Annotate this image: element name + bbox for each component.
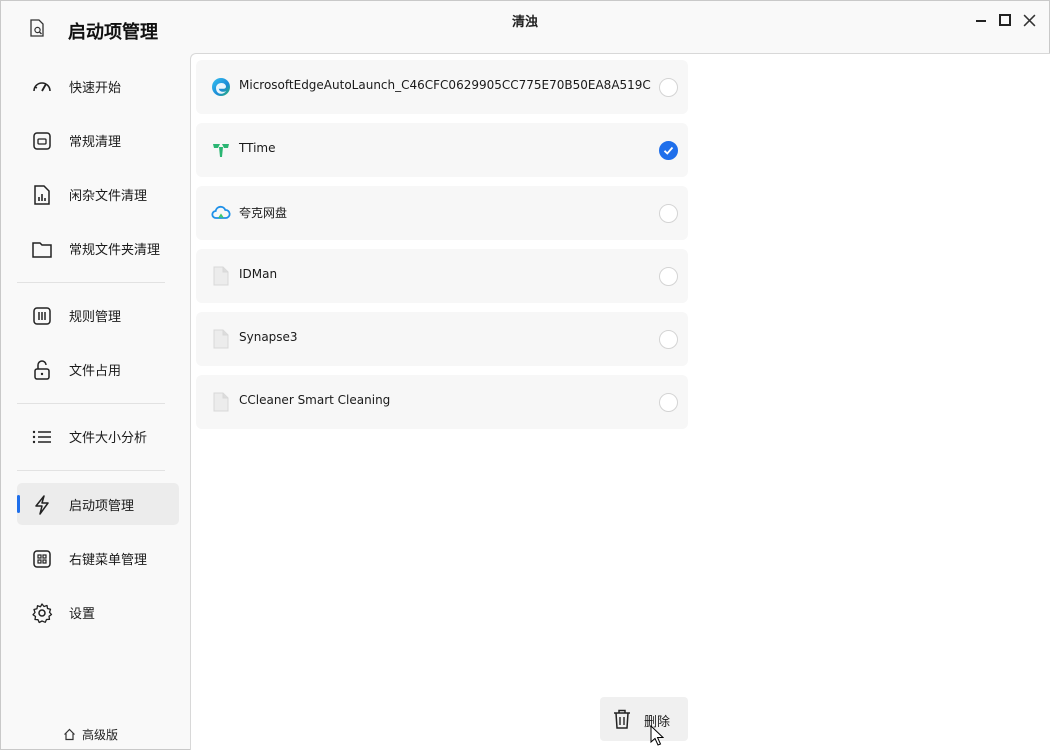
lightning-icon	[31, 494, 53, 516]
delete-label: 删除	[644, 715, 671, 730]
startup-item-name: MicrosoftEdgeAutoLaunch_C46CFC0629905CC7…	[239, 78, 651, 92]
file-icon	[211, 392, 231, 412]
list-icon	[31, 426, 53, 448]
folder-icon	[31, 238, 53, 260]
sidebar-item-misc-files[interactable]: 闲杂文件清理	[17, 173, 179, 215]
sidebar-item-rules[interactable]: 规则管理	[17, 294, 179, 336]
unlock-icon	[31, 359, 53, 381]
window-controls	[973, 11, 1037, 29]
sidebar-divider	[17, 403, 165, 404]
minimize-button[interactable]	[973, 11, 989, 29]
gauge-icon	[31, 76, 53, 98]
startup-item-name: TTime	[239, 141, 276, 155]
sidebar-item-startup[interactable]: 启动项管理	[17, 483, 179, 525]
gear-icon	[31, 602, 53, 624]
edge-icon	[211, 77, 231, 97]
home-icon	[64, 728, 75, 741]
sidebar-divider	[17, 470, 165, 471]
ttime-icon	[211, 140, 231, 160]
cleanup-box-icon	[31, 130, 53, 152]
list-item[interactable]: IDMan	[196, 249, 688, 303]
item-checkbox[interactable]	[659, 267, 678, 286]
sidebar: 快速开始 常规清理 闲杂文件清理 常规文件夹清理 规则管理 文件占用 文件大小分…	[1, 53, 191, 749]
close-icon	[1023, 14, 1035, 26]
window-title: 清浊	[511, 15, 538, 30]
premium-link[interactable]: 高级版	[63, 726, 118, 743]
app-window: 启动项管理 清浊 快速开始 常规清理 闲杂文件清理 常规文件夹清理 规则管理 文…	[0, 0, 1050, 750]
trash-icon	[614, 709, 630, 729]
startup-item-name: CCleaner Smart Cleaning	[239, 393, 391, 407]
sidebar-item-size-analysis[interactable]: 文件大小分析	[17, 415, 179, 457]
close-button[interactable]	[1021, 11, 1037, 29]
grid-menu-icon	[31, 548, 53, 570]
sidebar-item-file-lock[interactable]: 文件占用	[17, 348, 179, 390]
sidebar-item-label: 右键菜单管理	[69, 553, 148, 568]
delete-button[interactable]: 删除	[600, 697, 688, 741]
item-checkbox[interactable]	[659, 78, 678, 97]
item-checkbox[interactable]	[659, 393, 678, 412]
columns-icon	[31, 305, 53, 327]
sidebar-item-context-menu[interactable]: 右键菜单管理	[17, 537, 179, 579]
list-item[interactable]: 夸克网盘	[196, 186, 688, 240]
startup-item-name: IDMan	[239, 267, 278, 281]
maximize-button[interactable]	[997, 11, 1013, 29]
startup-list-panel: MicrosoftEdgeAutoLaunch_C46CFC0629905CC7…	[190, 53, 1050, 750]
checkmark-icon	[663, 146, 674, 155]
item-checkbox[interactable]	[659, 204, 678, 223]
sidebar-item-folder-cleanup[interactable]: 常规文件夹清理	[17, 227, 179, 269]
sidebar-item-label: 常规清理	[69, 135, 122, 150]
sidebar-item-label: 启动项管理	[69, 499, 135, 514]
list-item[interactable]: MicrosoftEdgeAutoLaunch_C46CFC0629905CC7…	[196, 60, 688, 114]
premium-label: 高级版	[82, 728, 119, 742]
item-checkbox[interactable]	[659, 141, 678, 160]
title-bar: 启动项管理 清浊	[1, 1, 1049, 53]
sidebar-item-settings[interactable]: 设置	[17, 591, 179, 633]
file-chart-icon	[31, 184, 53, 206]
sidebar-item-label: 规则管理	[69, 310, 122, 325]
sidebar-divider	[17, 282, 165, 283]
minimize-icon	[976, 20, 986, 22]
page-title: 启动项管理	[68, 22, 158, 43]
list-item[interactable]: TTime	[196, 123, 688, 177]
startup-item-name: Synapse3	[239, 330, 298, 344]
sidebar-item-label: 常规文件夹清理	[69, 243, 161, 258]
sidebar-item-label: 快速开始	[69, 81, 122, 96]
maximize-icon	[999, 14, 1011, 26]
list-item[interactable]: Synapse3	[196, 312, 688, 366]
file-search-icon	[30, 19, 44, 37]
sidebar-item-quick-start[interactable]: 快速开始	[17, 65, 179, 107]
cloud-icon	[211, 203, 231, 223]
sidebar-item-label: 文件大小分析	[69, 431, 148, 446]
sidebar-item-label: 闲杂文件清理	[69, 189, 148, 204]
file-icon	[211, 329, 231, 349]
file-icon	[211, 266, 231, 286]
list-item[interactable]: CCleaner Smart Cleaning	[196, 375, 688, 429]
sidebar-item-regular-cleanup[interactable]: 常规清理	[17, 119, 179, 161]
item-checkbox[interactable]	[659, 330, 678, 349]
sidebar-item-label: 设置	[69, 607, 96, 622]
sidebar-item-label: 文件占用	[69, 364, 122, 379]
startup-item-name: 夸克网盘	[239, 206, 288, 220]
